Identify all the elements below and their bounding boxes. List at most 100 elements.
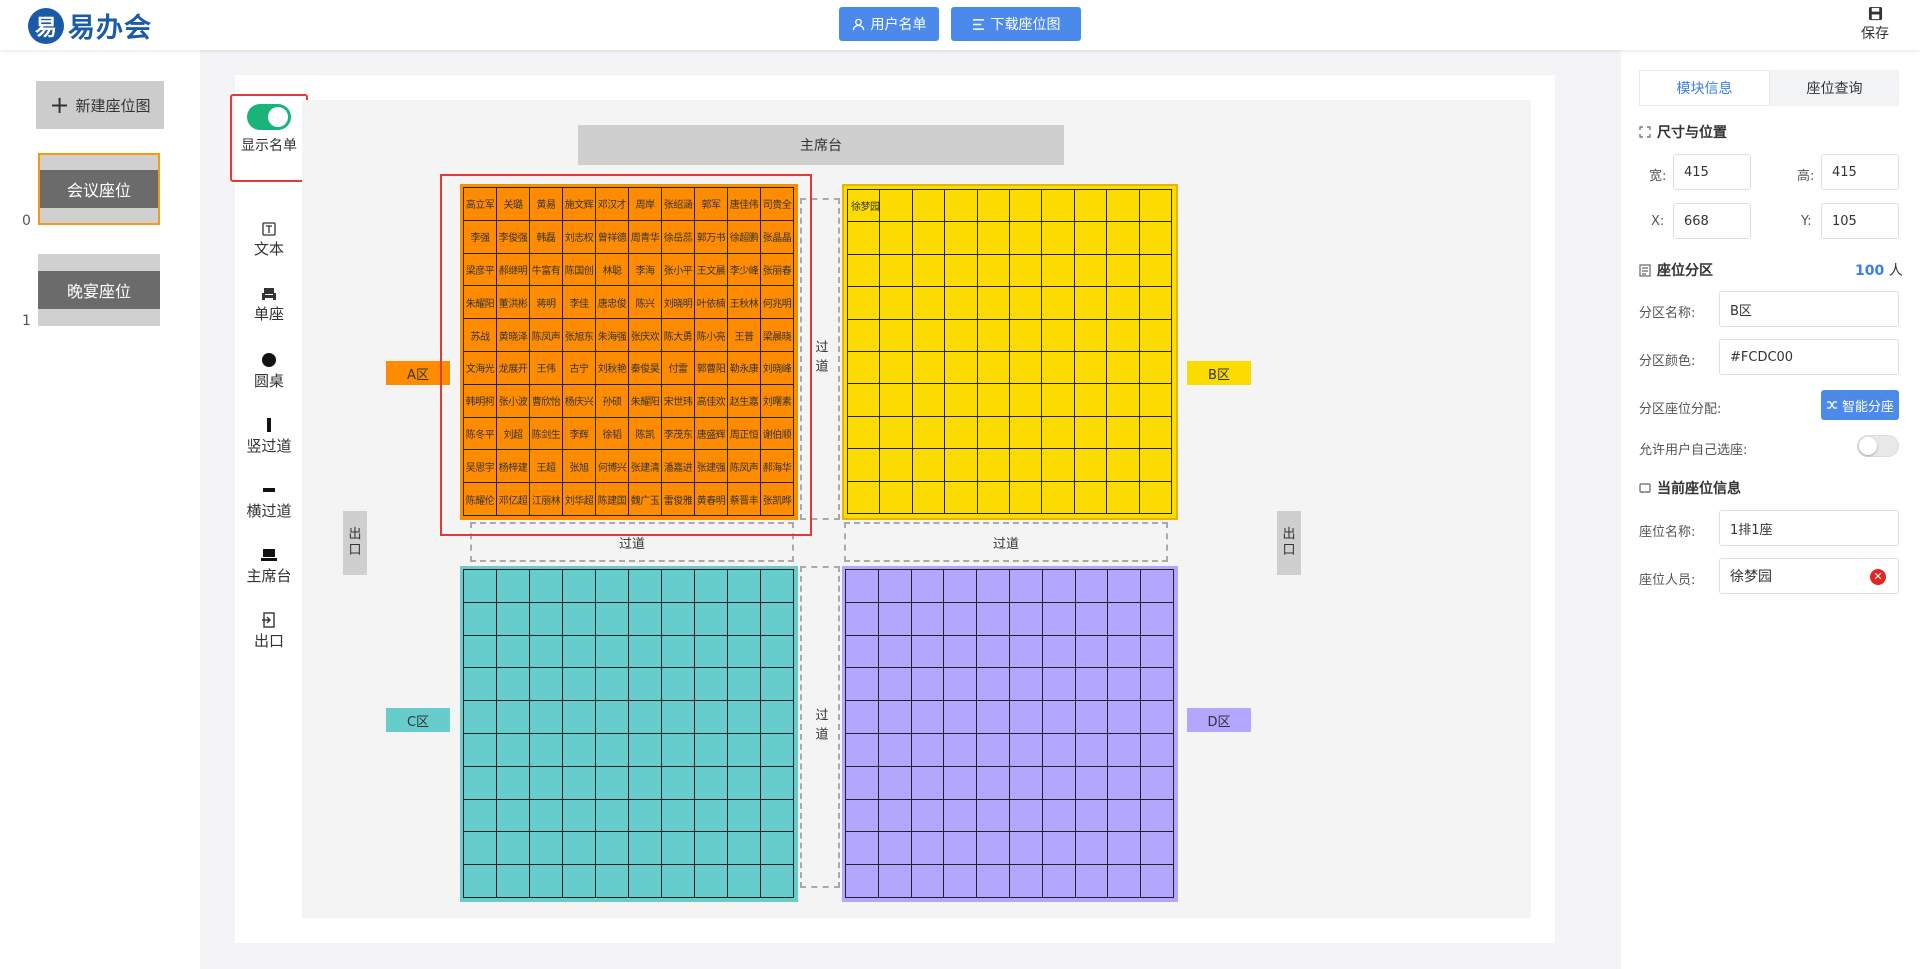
seat[interactable]: 李辉 [562, 416, 596, 451]
seat[interactable] [1073, 448, 1108, 482]
seat[interactable]: 韩磊 [529, 219, 563, 254]
seat[interactable] [595, 700, 629, 734]
seat[interactable] [595, 864, 629, 898]
seat[interactable]: 李茂东 [661, 416, 695, 451]
seat[interactable]: 周正恒 [727, 416, 761, 451]
seat-person-field[interactable]: 徐梦园 ✕ [1719, 558, 1899, 594]
seat[interactable] [1041, 480, 1075, 514]
seat[interactable] [529, 667, 563, 702]
seat[interactable] [529, 569, 563, 603]
seat[interactable] [760, 634, 794, 669]
seat[interactable] [562, 634, 596, 669]
x-input[interactable]: 668 [1673, 203, 1751, 239]
seat[interactable] [877, 765, 912, 800]
seat[interactable] [976, 253, 1010, 288]
seat[interactable]: 刘超 [496, 416, 530, 451]
seat[interactable] [1041, 415, 1075, 450]
seat[interactable] [1074, 700, 1109, 734]
seat[interactable]: 张建清 [628, 449, 662, 484]
seat[interactable] [847, 415, 881, 450]
seat[interactable] [845, 634, 879, 669]
seat[interactable]: 周青华 [628, 219, 662, 254]
seat[interactable] [845, 569, 879, 603]
new-seat-map-button[interactable]: + 新建座位图 [36, 81, 164, 129]
seat[interactable] [1041, 351, 1075, 385]
seat[interactable]: 古宁 [562, 350, 596, 385]
seat[interactable] [1008, 798, 1043, 833]
seat[interactable] [1106, 351, 1140, 385]
seat[interactable]: 张晶晶 [760, 219, 794, 254]
seat[interactable] [877, 700, 912, 734]
tool-vertical-aisle[interactable]: 竖过道 [236, 417, 302, 456]
seat[interactable]: 潘嘉进 [661, 449, 695, 484]
seat[interactable] [529, 831, 563, 866]
seat[interactable] [845, 667, 879, 702]
seat[interactable] [1138, 286, 1172, 320]
seat[interactable] [911, 253, 946, 288]
zone-tag-c[interactable]: C区 [386, 708, 450, 732]
seat[interactable] [877, 732, 912, 767]
seat[interactable]: 陈耀伦 [463, 482, 497, 516]
seat[interactable]: 梁晨晓 [760, 318, 794, 352]
seat[interactable] [496, 700, 530, 734]
seat[interactable]: 李少峰 [727, 252, 761, 287]
seat[interactable] [877, 667, 912, 702]
seat[interactable] [694, 831, 728, 866]
seat[interactable] [944, 383, 978, 417]
seat[interactable]: 陈兴 [628, 285, 662, 320]
seat[interactable] [976, 831, 1010, 866]
seat[interactable] [877, 569, 912, 603]
seat[interactable] [1074, 634, 1109, 669]
seat[interactable] [879, 221, 913, 255]
seat[interactable] [1140, 667, 1174, 702]
seat[interactable] [760, 798, 794, 833]
seat[interactable] [943, 765, 978, 800]
seat[interactable] [529, 700, 563, 734]
seat[interactable]: 张建强 [694, 449, 728, 484]
zone-tag-d[interactable]: D区 [1187, 708, 1251, 732]
seat[interactable]: 张庆欢 [628, 318, 662, 352]
seat[interactable]: 徐韬 [595, 416, 629, 451]
seat[interactable] [976, 480, 1010, 514]
seat[interactable]: 王秋林 [727, 285, 761, 320]
seat[interactable]: 魏广玉 [628, 482, 662, 516]
horizontal-aisle-left[interactable]: 过道 [470, 522, 794, 562]
seat[interactable]: 梁彦平 [463, 252, 497, 287]
seat[interactable]: 唐忠俊 [595, 285, 629, 320]
seat[interactable] [496, 831, 530, 866]
seat[interactable]: 宋世玮 [661, 383, 695, 418]
seat[interactable] [661, 732, 695, 767]
seat[interactable] [661, 569, 695, 603]
seat[interactable] [944, 221, 978, 255]
seat[interactable]: 林聪 [595, 252, 629, 287]
seat[interactable] [1041, 765, 1076, 800]
seat[interactable]: 苏战 [463, 318, 497, 352]
seat[interactable] [1009, 383, 1043, 417]
seat[interactable] [911, 286, 946, 320]
seat[interactable] [879, 383, 913, 417]
seat[interactable] [1041, 318, 1075, 352]
seat[interactable] [911, 189, 946, 223]
seat[interactable] [1041, 864, 1076, 898]
seat[interactable]: 王超 [529, 449, 563, 484]
seat[interactable] [595, 569, 629, 603]
seat[interactable] [1008, 831, 1043, 866]
seat[interactable]: 刘晓峰 [760, 350, 794, 385]
seat[interactable] [847, 448, 881, 482]
seat[interactable] [845, 864, 879, 898]
dais-block[interactable]: 主席台 [578, 125, 1064, 165]
layout-thumb-banquet[interactable]: 晚宴座位 [38, 254, 160, 326]
seat[interactable] [463, 667, 497, 702]
seat[interactable]: 谢伯顺 [760, 416, 794, 451]
seat[interactable] [1106, 383, 1140, 417]
seat[interactable]: 王普 [727, 318, 761, 352]
seat[interactable] [628, 634, 662, 669]
seat[interactable] [1106, 480, 1140, 514]
seat[interactable]: 李强 [463, 219, 497, 254]
seat[interactable]: 刘晓明 [661, 285, 695, 320]
seat[interactable] [529, 798, 563, 833]
seat[interactable]: 蒋明 [529, 285, 563, 320]
seat[interactable]: 司贵全 [760, 187, 794, 221]
seat[interactable]: 杨梓建 [496, 449, 530, 484]
seat[interactable] [496, 569, 530, 603]
